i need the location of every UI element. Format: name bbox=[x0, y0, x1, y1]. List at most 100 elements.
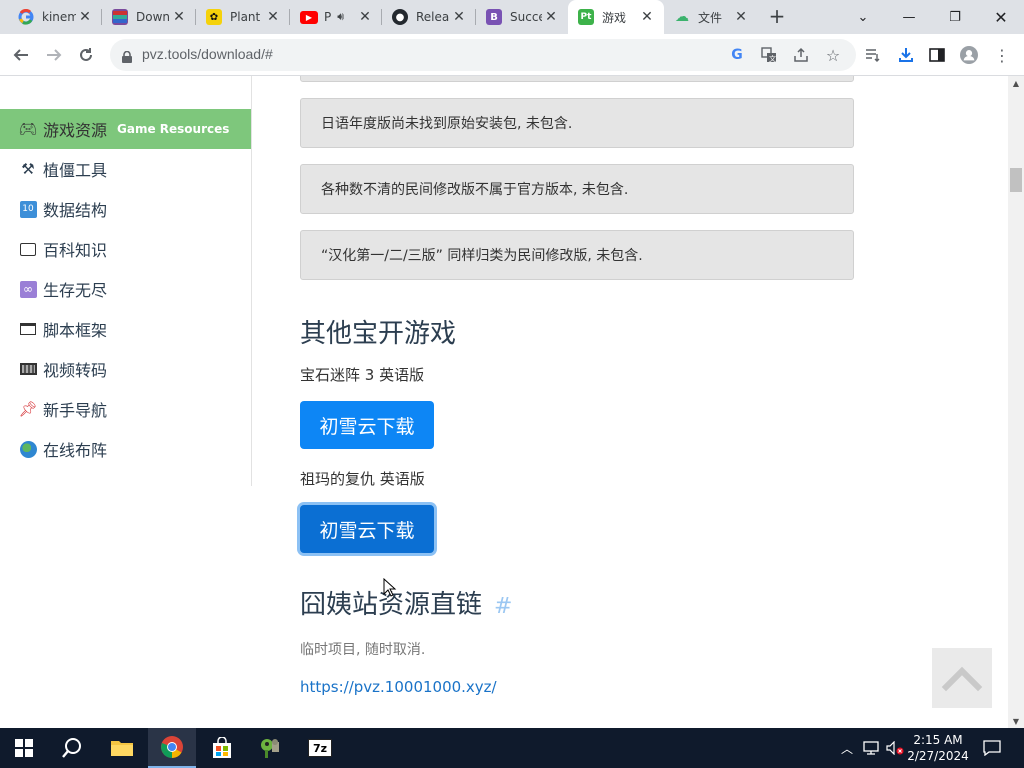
close-tab-icon[interactable]: ✕ bbox=[356, 8, 374, 26]
search-button[interactable] bbox=[48, 728, 96, 768]
scrollbar-thumb[interactable] bbox=[1010, 168, 1022, 192]
scroll-up-arrow[interactable]: ▲ bbox=[1008, 76, 1024, 90]
restore-button[interactable]: ❐ bbox=[932, 0, 978, 34]
notice-box: “汉化第一/二/三版” 同样归类为民间修改版, 未包含. bbox=[300, 230, 854, 280]
infinity-icon: ∞ bbox=[18, 279, 38, 299]
download-button-bejeweled[interactable]: 初雪云下载 bbox=[300, 401, 434, 449]
pvz-tools-icon: Pt bbox=[578, 9, 594, 25]
sidebar-item-pvz-tools[interactable]: ⚒ 植僵工具 bbox=[0, 149, 251, 189]
sidebar-item-online-layout[interactable]: 在线布阵 bbox=[0, 429, 251, 469]
address-bar[interactable]: pvz.tools/download/# G 文 ☆ bbox=[110, 39, 856, 71]
tab-search-button[interactable]: ⌄ bbox=[840, 0, 886, 34]
sidebar-item-label: 在线布阵 bbox=[43, 441, 108, 460]
sidebar-item-label: 百科知识 bbox=[43, 241, 108, 260]
clock-date: 2/27/2024 bbox=[907, 749, 969, 763]
system-clock[interactable]: 2:15 AM 2/27/2024 bbox=[900, 732, 976, 764]
close-tab-icon[interactable]: ✕ bbox=[732, 8, 750, 26]
plant-icon: ✿ bbox=[206, 9, 222, 25]
sidebar-item-label: 新手导航 bbox=[43, 401, 108, 420]
pin-icon: 📌︎ bbox=[18, 400, 38, 418]
bookmark-star-icon[interactable]: ☆ bbox=[824, 46, 842, 65]
tab-title: Succe bbox=[510, 10, 542, 24]
sidebar-item-data-structure[interactable]: 10 数据结构 bbox=[0, 189, 251, 229]
pvz-game-icon bbox=[261, 739, 279, 758]
close-tab-icon[interactable]: ✕ bbox=[76, 8, 94, 26]
sidebar-item-beginner-guide[interactable]: 📌︎ 新手导航 bbox=[0, 389, 251, 429]
tab-title: Down bbox=[136, 10, 170, 24]
anchor-link[interactable]: # bbox=[494, 594, 512, 619]
close-tab-icon[interactable]: ✕ bbox=[542, 8, 560, 26]
close-tab-icon[interactable]: ✕ bbox=[450, 8, 468, 26]
browser-tab-5[interactable]: ● Relea ✕ bbox=[382, 0, 476, 34]
page-scrollbar[interactable]: ▲ ▼ bbox=[1008, 76, 1024, 728]
clock-time: 2:15 AM bbox=[913, 733, 963, 747]
scroll-down-arrow[interactable]: ▼ bbox=[1008, 714, 1024, 728]
audio-playing-icon[interactable]: 🔊︎ bbox=[337, 10, 344, 24]
start-button[interactable] bbox=[0, 728, 48, 768]
sidebar-item-survival-endless[interactable]: ∞ 生存无尽 bbox=[0, 269, 251, 309]
google-icon bbox=[18, 9, 34, 25]
new-tab-button[interactable]: + bbox=[765, 6, 789, 28]
sidebar-item-wiki[interactable]: 百科知识 bbox=[0, 229, 251, 269]
notifications-icon[interactable] bbox=[980, 728, 1004, 768]
back-button[interactable] bbox=[9, 43, 33, 67]
youtube-icon: ▶ bbox=[300, 10, 318, 24]
tab-title: kinem bbox=[42, 10, 76, 24]
notice-box-partial bbox=[300, 76, 854, 82]
sidebar-item-video-transcode[interactable]: 视频转码 bbox=[0, 349, 251, 389]
tab-title: 文件 bbox=[698, 10, 723, 25]
tab-strip: kinem ✕ Down ✕ ✿ Plant ✕ ▶ P 🔊︎ ✕ ● Rele… bbox=[0, 0, 1024, 34]
profile-avatar-icon[interactable] bbox=[960, 46, 978, 64]
sidebar-item-label: 植僵工具 bbox=[43, 161, 108, 180]
minimize-button[interactable]: — bbox=[886, 0, 932, 34]
mouse-cursor-icon bbox=[383, 578, 397, 597]
sidebar-item-game-resources[interactable]: 🎮︎ 游戏资源 Game Resources bbox=[0, 109, 251, 149]
forward-button[interactable] bbox=[42, 43, 66, 67]
url-text[interactable]: pvz.tools/download/# bbox=[142, 46, 273, 62]
tab-title: Plant bbox=[230, 10, 261, 24]
sidebar-item-label: 生存无尽 bbox=[43, 281, 108, 300]
network-icon[interactable] bbox=[860, 728, 882, 768]
file-explorer-app[interactable] bbox=[98, 728, 146, 768]
sidebar-item-script-framework[interactable]: 脚本框架 bbox=[0, 309, 251, 349]
translate-icon[interactable]: 文 bbox=[760, 46, 778, 64]
game-name: 祖玛的复仇 英语版 bbox=[300, 470, 425, 488]
pvz-game-app[interactable] bbox=[246, 728, 294, 768]
download-button-zuma-revenge[interactable]: 初雪云下载 bbox=[300, 505, 434, 553]
close-window-button[interactable]: ✕ bbox=[978, 0, 1024, 34]
game-name: 宝石迷阵 3 英语版 bbox=[300, 366, 425, 384]
close-tab-icon[interactable]: ✕ bbox=[170, 8, 188, 26]
store-app[interactable] bbox=[198, 728, 246, 768]
tab-title: Relea bbox=[416, 10, 450, 24]
close-tab-icon[interactable]: ✕ bbox=[264, 8, 282, 26]
section-note: 临时项目, 随时取消. bbox=[300, 642, 426, 658]
google-lens-icon[interactable]: G bbox=[728, 46, 746, 64]
scroll-to-top-button[interactable] bbox=[932, 648, 992, 708]
browser-tab-2[interactable]: Down ✕ bbox=[102, 0, 196, 34]
reload-button[interactable] bbox=[74, 43, 98, 67]
browser-tab-6[interactable]: B Succe ✕ bbox=[476, 0, 568, 34]
direct-link[interactable]: https://pvz.10001000.xyz/ bbox=[300, 678, 497, 696]
menu-kebab-icon[interactable]: ⋮ bbox=[993, 46, 1011, 65]
reading-list-icon[interactable] bbox=[864, 46, 882, 64]
store-bag-icon bbox=[213, 737, 231, 758]
browser-toolbar: pvz.tools/download/# G 文 ☆ ⋮ bbox=[0, 34, 1024, 76]
chrome-app[interactable] bbox=[148, 728, 196, 768]
share-icon[interactable] bbox=[792, 46, 810, 64]
close-tab-icon[interactable]: ✕ bbox=[638, 8, 656, 26]
sidebar-item-label: 脚本框架 bbox=[43, 321, 108, 340]
section-heading-direct-links: 囧姨站资源直链 # bbox=[300, 584, 512, 621]
side-panel-icon[interactable] bbox=[928, 46, 946, 64]
browser-tab-3[interactable]: ✿ Plant ✕ bbox=[196, 0, 290, 34]
7zip-app[interactable]: 7z bbox=[296, 728, 344, 768]
keyboard-icon bbox=[18, 359, 38, 379]
download-icon[interactable] bbox=[897, 46, 915, 64]
browser-tab-1[interactable]: kinem ✕ bbox=[8, 0, 102, 34]
browser-tab-4[interactable]: ▶ P 🔊︎ ✕ bbox=[290, 0, 382, 34]
browser-tab-8[interactable]: ☁ 文件 ✕ bbox=[664, 0, 758, 34]
browser-tab-7-active[interactable]: Pt 游戏 ✕ bbox=[568, 0, 664, 34]
sidebar-item-sublabel: Game Resources bbox=[117, 122, 230, 136]
7zip-icon: 7z bbox=[308, 739, 332, 757]
show-hidden-icons-chevron-icon[interactable]: ︿ bbox=[838, 728, 856, 768]
lock-icon[interactable] bbox=[122, 48, 132, 63]
